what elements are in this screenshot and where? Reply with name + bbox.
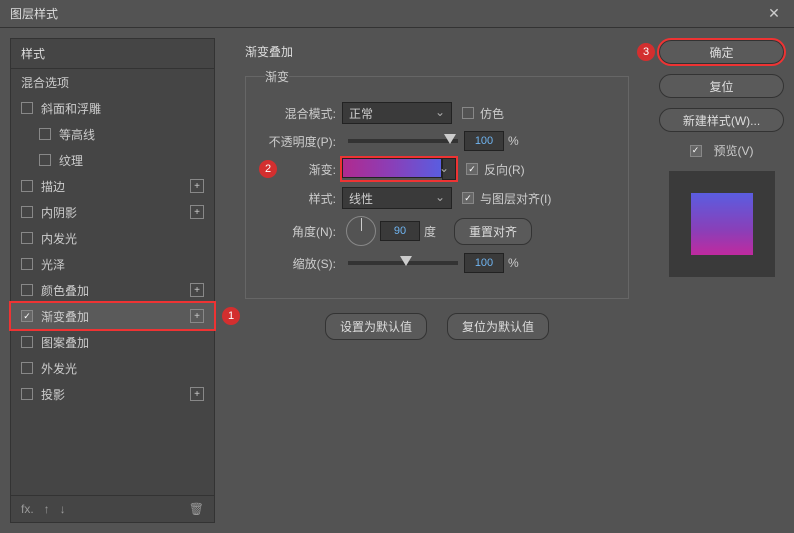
style-dropdown[interactable]: 线性: [342, 187, 452, 209]
dither-label: 仿色: [480, 105, 504, 122]
style-label: 斜面和浮雕: [41, 100, 204, 117]
sidebar-footer: fx. ↑ ↓ 🗑: [11, 495, 214, 522]
style-item-5[interactable]: 内发光: [11, 225, 214, 251]
style-label: 外发光: [41, 360, 204, 377]
add-effect-icon[interactable]: +: [190, 205, 204, 219]
style-checkbox[interactable]: [21, 362, 33, 374]
style-label: 光泽: [41, 256, 204, 273]
gradient-dropdown-arrow[interactable]: [442, 158, 456, 180]
sidebar: 样式 混合选项 斜面和浮雕等高线纹理描边+内阴影+内发光光泽颜色叠加+渐变叠加+…: [0, 28, 225, 533]
style-checkbox[interactable]: [21, 284, 33, 296]
style-item-11[interactable]: 投影+: [11, 381, 214, 407]
style-checkbox[interactable]: [21, 102, 33, 114]
style-checkbox[interactable]: [39, 128, 51, 140]
window-title: 图层样式: [10, 5, 58, 22]
style-item-9[interactable]: 图案叠加: [11, 329, 214, 355]
settings-panel: 渐变叠加 渐变 混合模式: 正常 仿色 不透明度(P): % 2 渐变:: [225, 28, 649, 533]
style-item-10[interactable]: 外发光: [11, 355, 214, 381]
preview-box: [669, 171, 775, 277]
style-label: 投影: [41, 386, 190, 403]
opacity-slider[interactable]: [348, 139, 458, 143]
angle-dial[interactable]: [346, 216, 376, 246]
style-item-7[interactable]: 颜色叠加+: [11, 277, 214, 303]
style-label: 图案叠加: [41, 334, 204, 351]
align-checkbox[interactable]: [462, 192, 474, 204]
titlebar: 图层样式 ✕: [0, 0, 794, 28]
reverse-checkbox[interactable]: [466, 163, 478, 175]
style-item-2[interactable]: 纹理: [11, 147, 214, 173]
style-item-3[interactable]: 描边+: [11, 173, 214, 199]
style-label: 描边: [41, 178, 190, 195]
blend-options-item[interactable]: 混合选项: [11, 69, 214, 95]
style-label: 内发光: [41, 230, 204, 247]
style-label: 等高线: [59, 126, 204, 143]
reset-align-button[interactable]: 重置对齐: [454, 218, 532, 245]
style-item-4[interactable]: 内阴影+: [11, 199, 214, 225]
set-default-button[interactable]: 设置为默认值: [325, 313, 427, 340]
add-effect-icon[interactable]: +: [190, 179, 204, 193]
style-item-1[interactable]: 等高线: [11, 121, 214, 147]
down-icon[interactable]: ↓: [60, 502, 66, 516]
dither-checkbox[interactable]: [462, 107, 474, 119]
style-checkbox[interactable]: [21, 206, 33, 218]
add-effect-icon[interactable]: +: [190, 283, 204, 297]
annotation-badge-3: 3: [637, 43, 655, 61]
angle-label: 角度(N):: [261, 223, 336, 240]
style-checkbox[interactable]: [21, 388, 33, 400]
preview-label: 预览(V): [714, 142, 754, 159]
angle-input[interactable]: [380, 221, 420, 241]
panel-title: 渐变叠加: [245, 43, 629, 60]
ok-button[interactable]: 确定: [659, 40, 784, 64]
styles-header[interactable]: 样式: [11, 39, 214, 69]
reverse-label: 反向(R): [484, 161, 525, 178]
add-effect-icon[interactable]: +: [190, 387, 204, 401]
gradient-fieldset: 渐变 混合模式: 正常 仿色 不透明度(P): % 2 渐变:: [245, 68, 629, 299]
style-checkbox[interactable]: [21, 336, 33, 348]
new-style-button[interactable]: 新建样式(W)...: [659, 108, 784, 132]
preview-checkbox[interactable]: [690, 145, 702, 157]
style-checkbox[interactable]: [21, 258, 33, 270]
reset-default-button[interactable]: 复位为默认值: [447, 313, 549, 340]
style-label: 纹理: [59, 152, 204, 169]
style-item-0[interactable]: 斜面和浮雕: [11, 95, 214, 121]
blend-mode-dropdown[interactable]: 正常: [342, 102, 452, 124]
trash-icon[interactable]: 🗑: [189, 502, 204, 516]
style-label: 内阴影: [41, 204, 190, 221]
scale-slider[interactable]: [348, 261, 458, 265]
add-effect-icon[interactable]: +: [190, 309, 204, 323]
style-checkbox[interactable]: [21, 180, 33, 192]
scale-input[interactable]: [464, 253, 504, 273]
style-item-6[interactable]: 光泽: [11, 251, 214, 277]
opacity-input[interactable]: [464, 131, 504, 151]
preview-gradient: [691, 193, 753, 255]
style-label: 渐变叠加: [41, 308, 190, 325]
style-item-8[interactable]: 渐变叠加+1: [11, 303, 214, 329]
annotation-badge-2: 2: [259, 160, 277, 178]
cancel-button[interactable]: 复位: [659, 74, 784, 98]
style-checkbox[interactable]: [21, 310, 33, 322]
style-checkbox[interactable]: [21, 232, 33, 244]
style-checkbox[interactable]: [39, 154, 51, 166]
gradient-swatch[interactable]: [342, 158, 442, 178]
style-label: 颜色叠加: [41, 282, 190, 299]
opacity-label: 不透明度(P):: [261, 133, 336, 150]
fieldset-legend: 渐变: [265, 68, 289, 85]
right-column: 3 确定 复位 新建样式(W)... 预览(V): [649, 28, 794, 533]
close-button[interactable]: ✕: [754, 0, 794, 28]
blend-mode-label: 混合模式:: [261, 105, 336, 122]
align-label: 与图层对齐(I): [480, 190, 551, 207]
style-label: 样式:: [261, 190, 336, 207]
fx-icon[interactable]: fx.: [21, 502, 34, 516]
up-icon[interactable]: ↑: [44, 502, 50, 516]
scale-label: 缩放(S):: [261, 255, 336, 272]
